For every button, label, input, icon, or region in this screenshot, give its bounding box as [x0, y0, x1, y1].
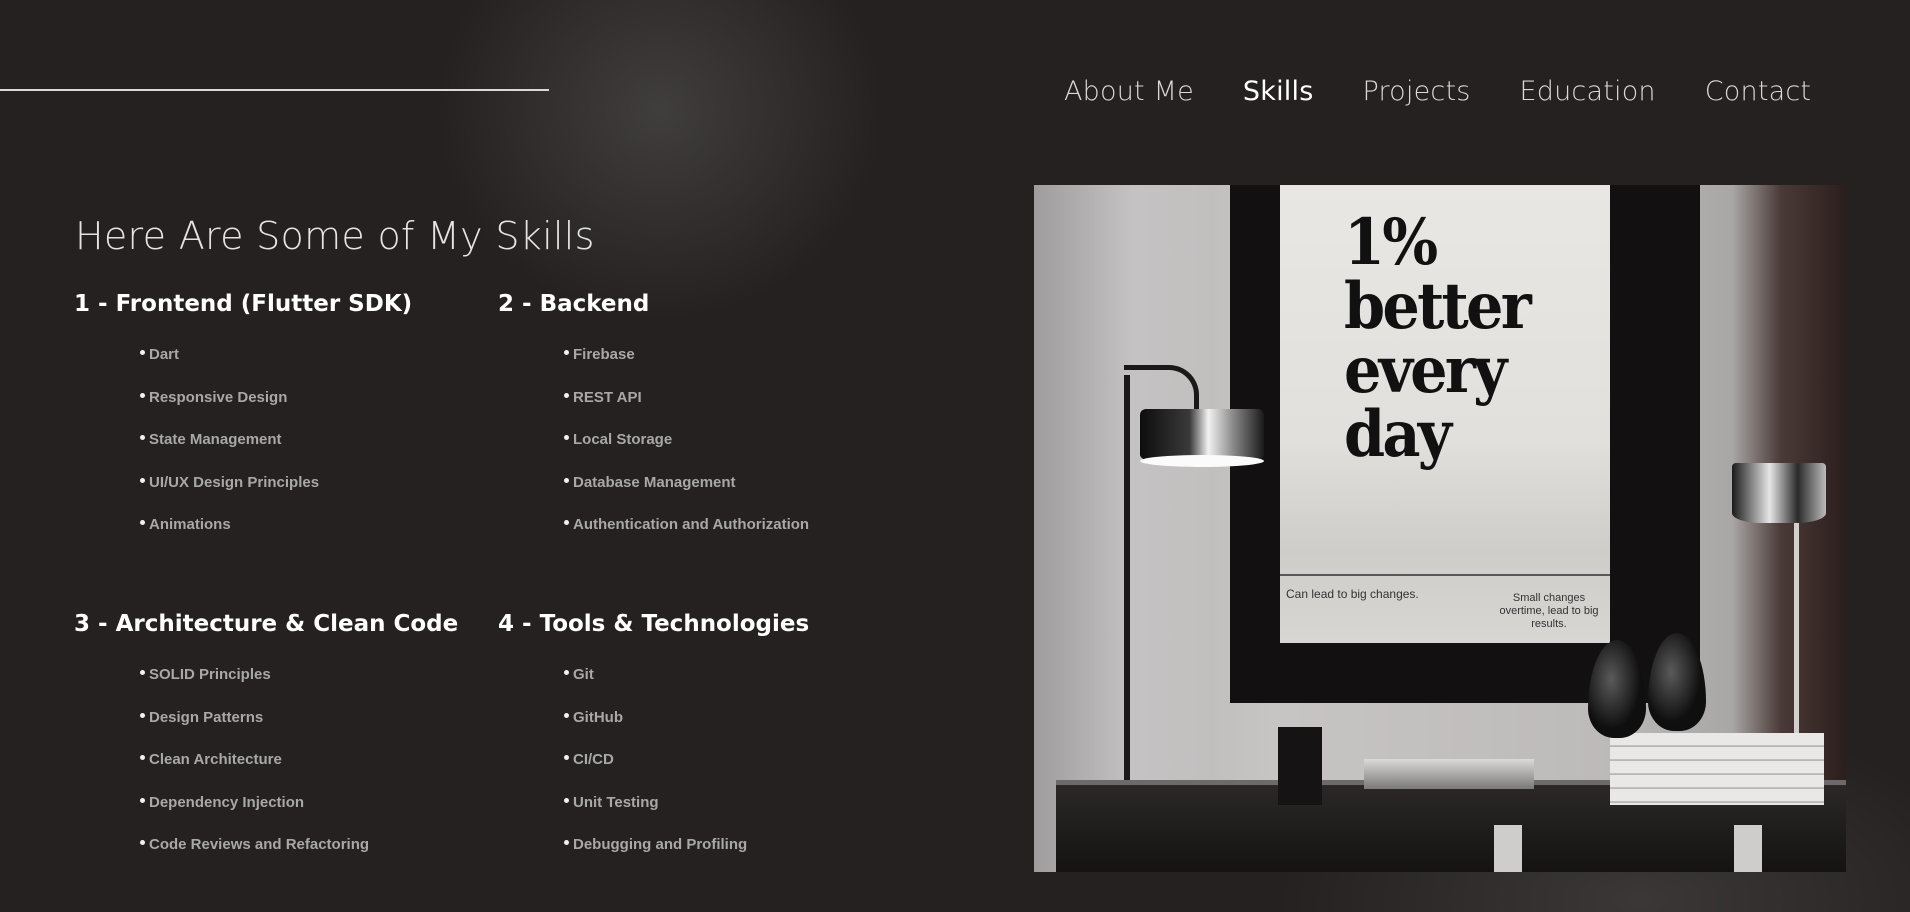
- book-stack: [1610, 733, 1824, 805]
- poster-line: better: [1344, 269, 1532, 344]
- left-lamp-arm: [1124, 365, 1199, 410]
- skill-list-item: Design Patterns: [138, 708, 494, 751]
- desk-leg: [1734, 825, 1762, 872]
- skill-list-item: Animations: [138, 515, 494, 558]
- skill-group-architecture: 3 - Architecture & Clean Code SOLID Prin…: [74, 609, 494, 878]
- skill-group-backend: 2 - Backend Firebase REST API Local Stor…: [498, 289, 918, 558]
- skills-photo: 1% better every day Can lead to big chan…: [1034, 185, 1846, 872]
- poster-line: every: [1344, 333, 1507, 408]
- nav-item-contact[interactable]: Contact: [1705, 72, 1811, 112]
- poster-frame: 1% better every day Can lead to big chan…: [1230, 185, 1700, 703]
- skill-list: SOLID Principles Design Patterns Clean A…: [74, 665, 494, 878]
- skill-list-item: GitHub: [562, 708, 918, 751]
- skill-list-item: State Management: [138, 430, 494, 473]
- skill-list-item: Clean Architecture: [138, 750, 494, 793]
- skill-group-heading: 1 - Frontend (Flutter SDK): [74, 291, 413, 317]
- left-lamp-glow: [1140, 455, 1264, 467]
- skill-list-item: Firebase: [562, 345, 918, 388]
- skill-list-item: UI/UX Design Principles: [138, 473, 494, 516]
- skill-list-item: Code Reviews and Refactoring: [138, 835, 494, 878]
- poster-caption-left: Can lead to big changes.: [1286, 587, 1419, 601]
- nav-item-education[interactable]: Education: [1520, 72, 1656, 112]
- desk-leg: [1494, 825, 1522, 872]
- poster-line: day: [1344, 397, 1452, 472]
- skill-list: Firebase REST API Local Storage Database…: [498, 345, 918, 558]
- right-lamp-shade: [1732, 463, 1826, 523]
- skill-list-item: SOLID Principles: [138, 665, 494, 708]
- desk-box: [1278, 727, 1322, 805]
- skill-list-item: Responsive Design: [138, 388, 494, 431]
- skill-group-tools: 4 - Tools & Technologies Git GitHub CI/C…: [498, 609, 918, 878]
- skill-list-item: Unit Testing: [562, 793, 918, 836]
- header-divider-line: [0, 89, 549, 91]
- skill-group-heading: 2 - Backend: [498, 291, 650, 317]
- skill-list-item: Local Storage: [562, 430, 918, 473]
- skill-list-item: Git: [562, 665, 918, 708]
- skill-list-item: Authentication and Authorization: [562, 515, 918, 558]
- skill-list-item: Debugging and Profiling: [562, 835, 918, 878]
- page-title: Here Are Some of My Skills: [75, 214, 595, 259]
- poster-headline: 1% better every day: [1344, 205, 1532, 472]
- skill-list: Dart Responsive Design State Management …: [74, 345, 494, 558]
- motivational-poster: 1% better every day Can lead to big chan…: [1280, 185, 1610, 643]
- nav-item-skills[interactable]: Skills: [1243, 72, 1314, 112]
- nav-item-projects[interactable]: Projects: [1362, 72, 1470, 112]
- skill-list-item: Dependency Injection: [138, 793, 494, 836]
- desk-tray: [1364, 759, 1534, 789]
- skill-list-item: CI/CD: [562, 750, 918, 793]
- skill-list-item: Dart: [138, 345, 494, 388]
- skill-group-heading: 3 - Architecture & Clean Code: [74, 611, 459, 637]
- poster-divider: [1280, 574, 1610, 576]
- poster-line: 1%: [1344, 205, 1438, 280]
- left-lamp-pole: [1124, 375, 1130, 795]
- nav-item-about-me[interactable]: About Me: [1064, 72, 1194, 112]
- main-navigation: About Me Skills Projects Education Conta…: [1064, 72, 1811, 112]
- skill-group-frontend: 1 - Frontend (Flutter SDK) Dart Responsi…: [74, 289, 494, 558]
- skill-group-heading: 4 - Tools & Technologies: [498, 611, 810, 637]
- skill-list-item: Database Management: [562, 473, 918, 516]
- skill-list: Git GitHub CI/CD Unit Testing Debugging …: [498, 665, 918, 878]
- poster-caption-right: Small changes overtime, lead to big resu…: [1499, 592, 1599, 630]
- skill-list-item: REST API: [562, 388, 918, 431]
